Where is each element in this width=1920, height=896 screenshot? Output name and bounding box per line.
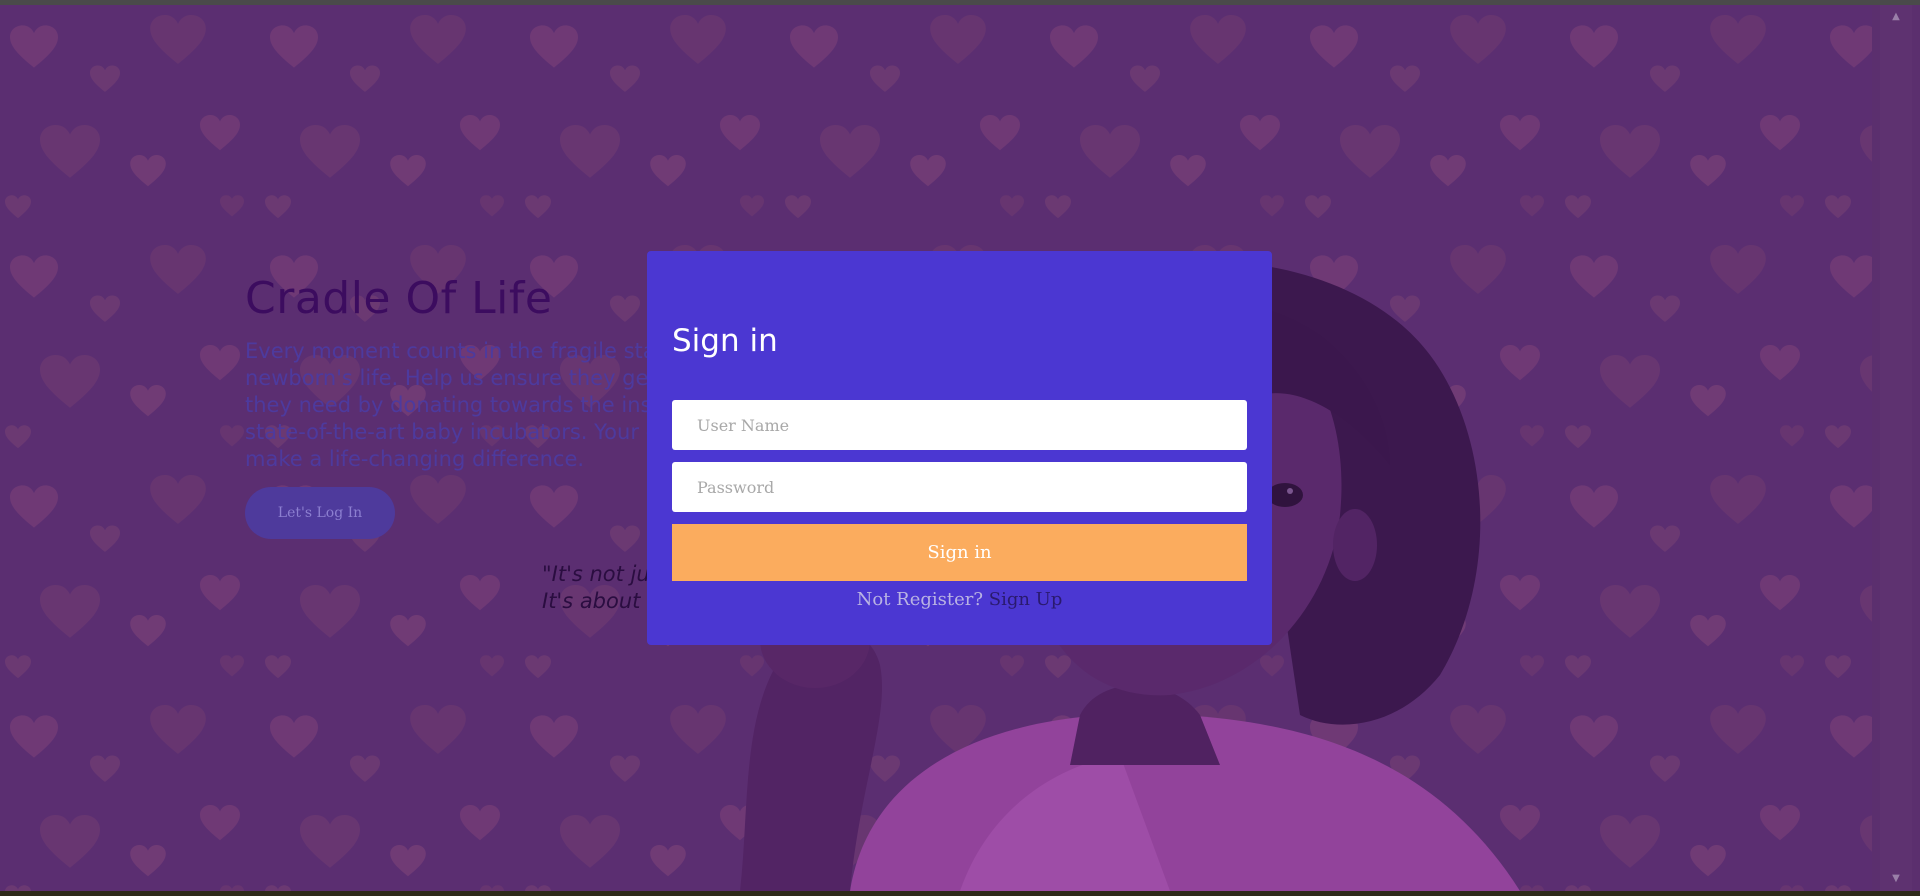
password-input[interactable] [672,462,1247,512]
register-prompt: Not Register? [856,589,984,610]
browser-frame: Cradle Of Life Every moment counts in th… [0,0,1920,896]
scrollbar[interactable]: ▲ ▼ [1872,5,1920,891]
sign-in-modal: Sign in Sign in Not Register? Sign Up [647,251,1272,645]
register-line: Not Register? Sign Up [647,589,1272,610]
username-input[interactable] [672,400,1247,450]
modal-title: Sign in [672,323,778,359]
scroll-down-icon[interactable]: ▼ [1880,871,1912,887]
browser-bottom-border [0,891,1920,896]
scrollbar-track[interactable] [1880,5,1912,891]
page-viewport: Cradle Of Life Every moment counts in th… [0,5,1872,891]
sign-up-link[interactable]: Sign Up [989,589,1063,610]
scroll-up-icon[interactable]: ▲ [1880,9,1912,25]
sign-in-button[interactable]: Sign in [672,524,1247,581]
lets-log-in-button[interactable]: Let's Log In [245,487,395,539]
